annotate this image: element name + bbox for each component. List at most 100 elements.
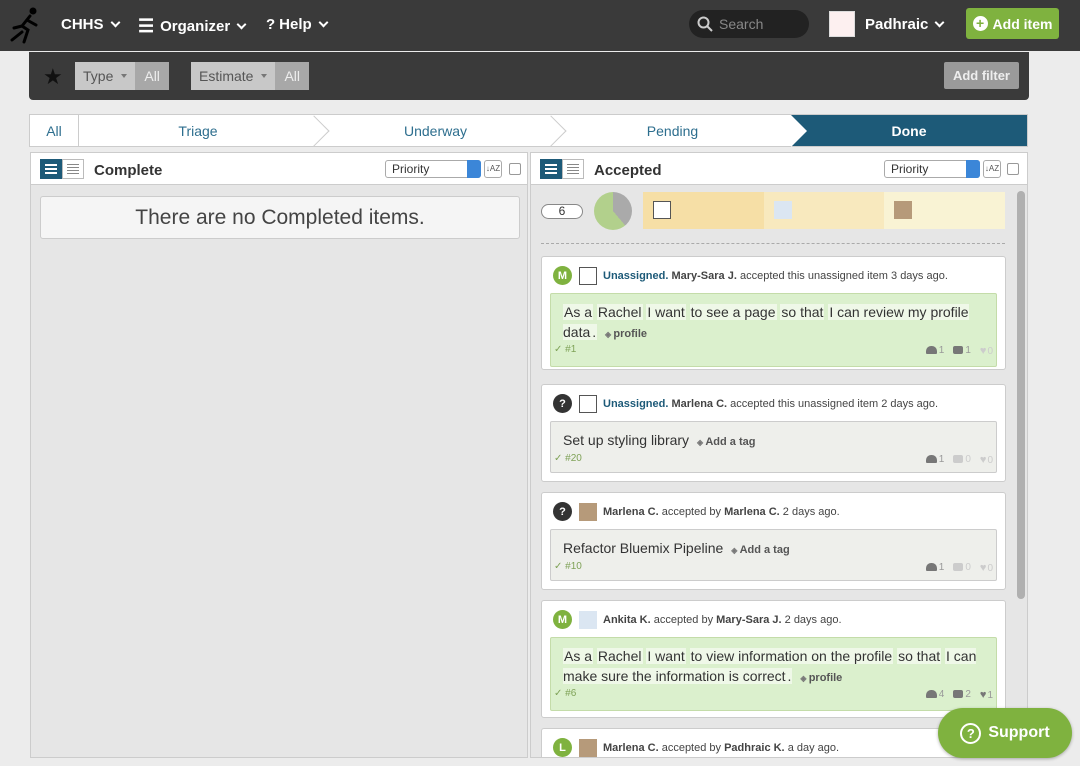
owner-slot[interactable]: [763, 192, 885, 229]
user-silhouette-icon: [579, 394, 597, 413]
story-card[interactable]: M Ankita K. accepted by Mary-Sara J. 2 d…: [541, 600, 1006, 718]
stage-tab-done[interactable]: Done: [791, 115, 1027, 147]
story-want-prefix: I want: [646, 648, 686, 664]
story-role-prefix: As a: [563, 304, 594, 320]
owner-slot[interactable]: [643, 192, 764, 229]
user-avatar[interactable]: [829, 11, 855, 37]
user-silhouette-icon: [579, 266, 597, 285]
plus-icon: +: [972, 16, 988, 31]
card-view-button[interactable]: [540, 159, 562, 179]
project-label: CHHS: [61, 16, 104, 33]
item-id[interactable]: ✓ #20: [554, 453, 582, 464]
stage-tab-pending[interactable]: Pending: [554, 115, 791, 146]
card-owner[interactable]: Unassigned.: [603, 270, 668, 282]
people-count: 1: [938, 345, 945, 356]
organizer-menu[interactable]: ☰ Organizer: [138, 16, 247, 37]
stage-tab-underway[interactable]: Underway: [317, 115, 554, 146]
sort-value: Priority: [392, 162, 430, 176]
estimate-filter-label: Estimate: [199, 68, 254, 84]
story-card[interactable]: ? Unassigned. Marlena C. accepted this u…: [541, 384, 1006, 482]
sort-select[interactable]: Priority: [884, 160, 980, 178]
list-icon: [67, 164, 79, 174]
stage-tab-triage[interactable]: Triage: [79, 115, 317, 146]
select-all-checkbox[interactable]: [1007, 163, 1019, 175]
pattern-avatar-icon: [579, 738, 597, 757]
people-icon: [925, 690, 937, 698]
chevron-down-icon: [236, 19, 247, 30]
card-stats: 1 0 ♥0: [925, 454, 993, 466]
card-actor: Padhraic K.: [724, 741, 785, 754]
add-tag-link[interactable]: Add a tag: [697, 436, 756, 448]
comment-icon: [953, 346, 964, 354]
card-time: 3 days ago.: [891, 269, 948, 282]
list-icon: [567, 164, 579, 174]
stage-tab-all[interactable]: All: [30, 115, 79, 146]
card-action: accepted by: [653, 613, 714, 626]
runner-logo-icon[interactable]: [8, 6, 44, 44]
question-icon: ?: [266, 16, 276, 33]
type-filter[interactable]: Type All: [75, 62, 169, 90]
compact-view-button[interactable]: [62, 159, 84, 179]
heart-icon[interactable]: ♥: [980, 562, 987, 574]
card-stats: 4 2 ♥1: [925, 689, 993, 701]
card-owner[interactable]: Unassigned.: [603, 398, 668, 410]
heart-icon[interactable]: ♥: [980, 345, 987, 357]
compact-view-button[interactable]: [562, 159, 584, 179]
story-want: to view information on the profile: [689, 648, 894, 664]
story-period: .: [591, 324, 598, 340]
column-summary: 6: [541, 191, 1007, 231]
scrollbar-thumb[interactable]: [1017, 191, 1025, 599]
comment-count: 2: [965, 689, 971, 700]
sort-direction-icon[interactable]: ↓AZ: [983, 160, 1001, 178]
user-menu[interactable]: Padhraic: [865, 16, 945, 33]
card-action: accepted this unassigned item: [730, 397, 879, 410]
empty-message: There are no Completed items.: [40, 196, 520, 239]
sort-direction-icon[interactable]: ↓AZ: [484, 160, 502, 178]
help-menu[interactable]: ? Help: [266, 16, 329, 33]
list-icon: [545, 164, 557, 174]
item-title: Set up styling library: [563, 432, 690, 448]
column-title: Accepted: [594, 162, 662, 179]
heart-icon[interactable]: ♥: [980, 689, 987, 701]
search-box: [689, 10, 809, 38]
complete-column: Complete Priority ↓AZ There are no Compl…: [30, 152, 528, 758]
search-input[interactable]: [719, 16, 805, 32]
help-label: Help: [279, 16, 312, 33]
estimate-filter[interactable]: Estimate All: [191, 62, 310, 90]
owner-slot[interactable]: [884, 192, 1006, 229]
estimate-badge: L: [553, 738, 572, 757]
card-meta: L Marlena C. accepted by Padhraic K. a d…: [553, 738, 839, 757]
item-id[interactable]: ✓ #10: [554, 561, 582, 572]
estimate-badge: M: [553, 610, 572, 629]
accepted-column: Accepted Priority ↓AZ 6 M Unassigned. Ma…: [530, 152, 1028, 758]
pattern-avatar-icon: [894, 201, 913, 219]
item-id[interactable]: ✓ #1: [554, 344, 576, 355]
card-time: 2 days ago.: [782, 505, 840, 518]
project-menu[interactable]: CHHS: [61, 16, 120, 33]
card-meta: ? Marlena C. accepted by Marlena C. 2 da…: [553, 502, 840, 521]
type-filter-label: Type: [83, 68, 114, 84]
chevron-down-icon: [934, 17, 945, 28]
chevron-down-icon: [110, 17, 120, 28]
story-card[interactable]: M Unassigned. Mary-Sara J. accepted this…: [541, 256, 1006, 370]
story-card[interactable]: ? Marlena C. accepted by Marlena C. 2 da…: [541, 492, 1006, 590]
star-icon[interactable]: ★: [43, 64, 63, 90]
search-icon: [697, 16, 713, 32]
story-card[interactable]: L Marlena C. accepted by Padhraic K. a d…: [541, 728, 1006, 757]
like-count: 0: [987, 563, 993, 574]
add-item-button[interactable]: + Add item: [966, 8, 1059, 39]
heart-icon[interactable]: ♥: [980, 454, 987, 466]
card-actor: Mary-Sara J.: [671, 269, 737, 282]
support-button[interactable]: ? Support: [938, 708, 1072, 758]
card-view-button[interactable]: [40, 159, 62, 179]
accepted-column-header: Accepted Priority ↓AZ: [531, 153, 1027, 185]
item-id[interactable]: ✓ #6: [554, 688, 576, 699]
tag-label[interactable]: profile: [800, 672, 842, 684]
add-filter-button[interactable]: Add filter: [943, 62, 1019, 89]
sort-select[interactable]: Priority: [385, 160, 481, 178]
select-all-checkbox[interactable]: [509, 163, 521, 175]
add-tag-link[interactable]: Add a tag: [731, 544, 790, 556]
story-role-prefix: As a: [563, 648, 594, 664]
tag-label[interactable]: profile: [605, 328, 647, 340]
card-actor: Marlena C.: [724, 505, 780, 518]
